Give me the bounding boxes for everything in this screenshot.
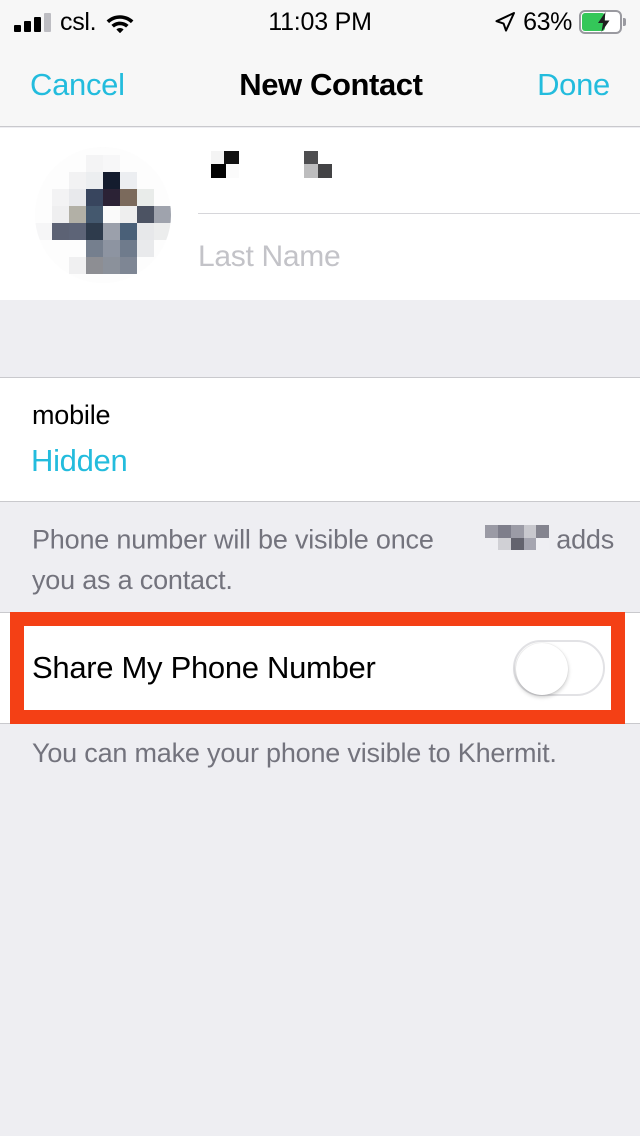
location-arrow-icon — [494, 11, 516, 33]
first-name-input[interactable] — [198, 128, 640, 214]
contact-name-section: Last Name — [0, 128, 640, 300]
status-bar-right: 63% — [494, 8, 626, 37]
page-title: New Contact — [239, 67, 423, 102]
battery-percent-label: 63% — [523, 7, 572, 36]
phone-section[interactable]: mobile Hidden — [0, 377, 640, 502]
phone-visibility-footnote-text: Phone number will be visible once adds y… — [32, 520, 622, 598]
toggle-knob — [516, 643, 568, 695]
phone-value[interactable]: Hidden — [31, 443, 128, 479]
done-button[interactable]: Done — [537, 67, 610, 103]
phone-visibility-footnote: Phone number will be visible once adds y… — [0, 503, 640, 610]
phone-screen: csl. 11:03 PM 63% Cancel New Contact Don… — [0, 0, 640, 1136]
battery-charging-icon — [579, 10, 626, 34]
navigation-bar: Cancel New Contact Done — [0, 44, 640, 127]
last-name-placeholder: Last Name — [198, 240, 341, 273]
cancel-button[interactable]: Cancel — [30, 67, 125, 103]
last-name-input[interactable]: Last Name — [198, 214, 640, 300]
phone-type-label: mobile — [32, 400, 111, 430]
footnote-redacted-name — [440, 520, 549, 563]
avatar[interactable] — [35, 147, 171, 283]
share-my-phone-number-row[interactable]: Share My Phone Number — [0, 612, 640, 724]
share-phone-number-toggle[interactable] — [513, 640, 605, 696]
first-name-redacted-value — [198, 147, 358, 195]
footnote-text-part-1: Phone number will be visible once — [32, 524, 434, 555]
share-my-phone-number-label: Share My Phone Number — [32, 650, 376, 685]
page-background — [0, 724, 640, 1136]
status-bar: csl. 11:03 PM 63% — [0, 0, 640, 44]
name-fields: Last Name — [198, 128, 640, 300]
share-phone-footnote-text: You can make your phone visible to Kherm… — [32, 738, 557, 768]
